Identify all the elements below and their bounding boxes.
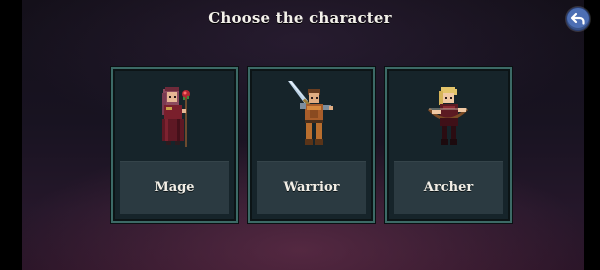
character-name-warrior: Warrior — [283, 180, 340, 195]
mage-sprite — [162, 87, 190, 147]
screen-edge-left — [0, 0, 22, 270]
back-button[interactable] — [566, 7, 590, 31]
character-card-warrior[interactable]: Warrior — [248, 67, 375, 223]
screen-title: Choose the character — [208, 9, 392, 27]
character-label-box-mage: Mage — [120, 161, 229, 214]
archer-sprite — [427, 87, 469, 145]
warrior-sprite — [288, 81, 333, 145]
character-name-mage: Mage — [154, 180, 195, 195]
screen-edge-right — [584, 0, 600, 270]
character-name-archer: Archer — [423, 180, 474, 195]
character-select-screen: Choose the character Mage Warrior Archer — [0, 0, 600, 270]
character-label-box-warrior: Warrior — [257, 161, 366, 214]
character-card-archer[interactable]: Archer — [385, 67, 512, 223]
character-card-mage[interactable]: Mage — [111, 67, 238, 223]
back-arrow-icon — [570, 12, 585, 25]
character-label-box-archer: Archer — [394, 161, 503, 214]
